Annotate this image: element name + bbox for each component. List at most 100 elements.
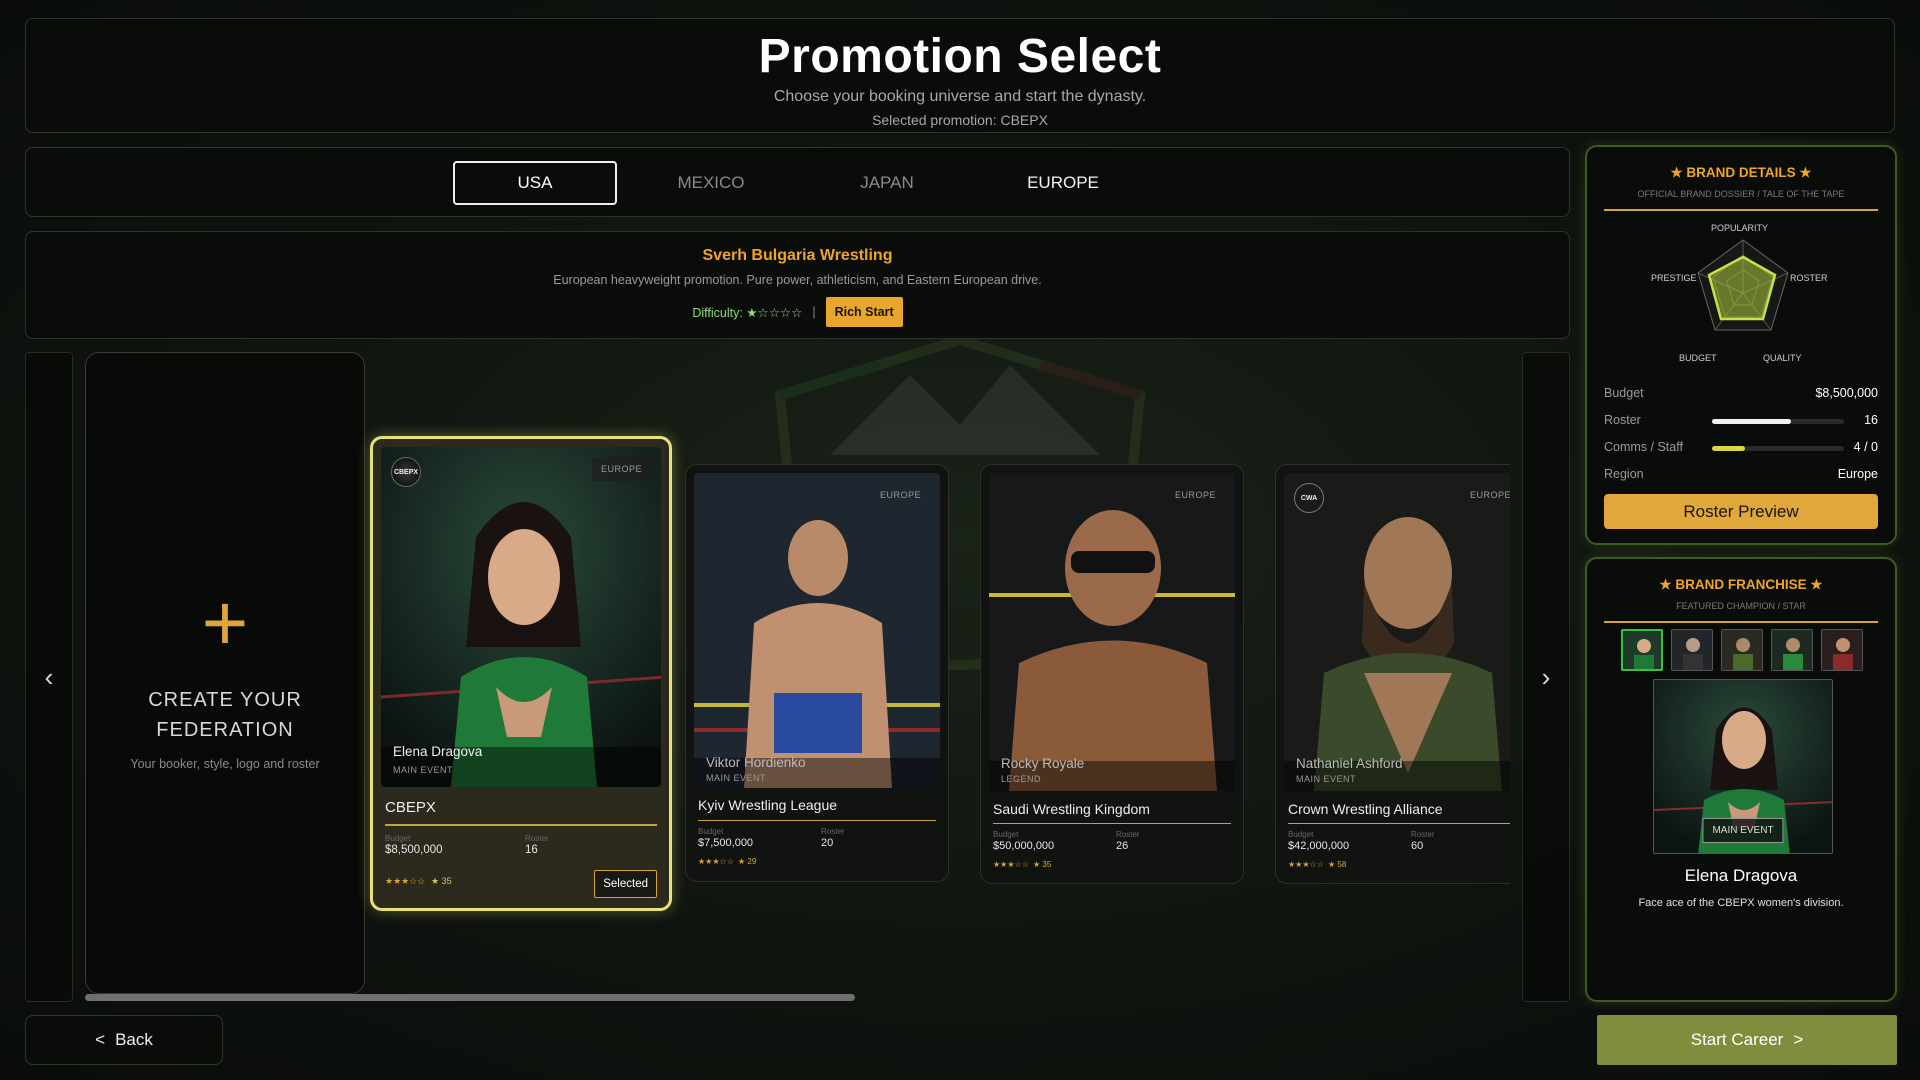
thumb-art	[1772, 630, 1812, 670]
promotion-card-cbepx[interactable]: CBEPX EUROPE Elena Dragova MAIN EVENT CB…	[370, 436, 672, 911]
radar-chart	[1697, 239, 1789, 331]
comms-staff-label: Comms / Staff	[1604, 440, 1683, 454]
wrestler-portrait-art	[381, 447, 661, 787]
region-value: Europe	[1837, 467, 1878, 481]
create-title-line2: FEDERATION	[156, 719, 294, 741]
champion-thumb[interactable]	[1721, 629, 1763, 671]
region-badge: EUROPE	[591, 457, 651, 481]
promotion-logo: CBEPX	[391, 457, 421, 487]
promotion-card-kyiv[interactable]: EUROPE Viktor Hordienko MAIN EVENT Kyiv …	[685, 464, 949, 882]
wrestler-portrait-art	[989, 473, 1235, 791]
roster-value: 60	[1411, 840, 1424, 852]
card-divider	[993, 823, 1231, 824]
roster-label: Roster	[821, 827, 845, 836]
promotion-title: Crown Wrestling Alliance	[1288, 801, 1443, 817]
comms-staff-bar-fill	[1712, 446, 1745, 451]
carousel-scrollbar[interactable]	[85, 994, 855, 1001]
back-button[interactable]: < Back	[25, 1015, 223, 1065]
region-badge: EUROPE	[879, 490, 921, 500]
champion-thumbnails	[1621, 629, 1863, 671]
meta-separator: |	[812, 305, 816, 319]
popularity-score: ★ 29	[738, 857, 757, 866]
promotion-info-panel: Sverh Bulgaria Wrestling European heavyw…	[25, 231, 1570, 339]
carousel-next-button[interactable]: ›	[1522, 352, 1570, 1002]
plus-icon: +	[201, 578, 249, 667]
card-divider	[698, 820, 936, 821]
wrestler-tier: LEGEND	[1001, 774, 1042, 784]
roster-value: 20	[821, 837, 834, 849]
radar-label-popularity: POPULARITY	[1711, 223, 1769, 233]
tab-europe[interactable]: EUROPE	[981, 161, 1145, 205]
thumb-art	[1722, 630, 1762, 670]
promotion-card-crown[interactable]: CWA EUROPE Nathaniel Ashford MAIN EVENT …	[1275, 464, 1510, 884]
star-rating: ★★★☆☆	[698, 857, 734, 866]
roster-label: Roster	[1116, 830, 1140, 839]
tab-usa[interactable]: USA	[453, 161, 617, 205]
carousel-prev-button[interactable]: ‹	[25, 352, 73, 1002]
region-label: Region	[1604, 467, 1644, 481]
create-federation-card[interactable]: + CREATE YOUR FEDERATION Your booker, st…	[85, 352, 365, 994]
wrestler-name: Elena Dragova	[393, 744, 483, 759]
budget-value: $7,500,000	[698, 837, 754, 849]
roster-label: Roster	[1411, 830, 1435, 839]
budget-value: $8,500,000	[385, 844, 443, 856]
roster-value: 16	[1864, 413, 1878, 427]
promotion-title: Saudi Wrestling Kingdom	[993, 801, 1150, 817]
roster-label: Roster	[525, 834, 549, 843]
budget-value: $8,500,000	[1815, 386, 1878, 400]
wrestler-portrait: CWA EUROPE Nathaniel Ashford MAIN EVENT	[1284, 473, 1510, 791]
champion-name: Elena Dragova	[1684, 866, 1798, 885]
budget-label: Budget	[698, 827, 724, 836]
radar-label-quality: QUALITY	[1763, 353, 1802, 363]
champion-thumb[interactable]	[1621, 629, 1663, 671]
brand-franchise-subtitle: FEATURED CHAMPION / STAR	[1676, 601, 1806, 611]
brand-details-panel: ★ BRAND DETAILS ★ OFFICIAL BRAND DOSSIER…	[1585, 145, 1897, 545]
promotion-card-saudi[interactable]: EUROPE Rocky Royale LEGEND Saudi Wrestli…	[980, 464, 1244, 884]
brand-franchise-title: ★ BRAND FRANCHISE ★	[1659, 577, 1823, 592]
budget-label: Budget	[385, 834, 411, 843]
roster-label: Roster	[1604, 413, 1641, 427]
create-title-line1: CREATE YOUR	[148, 689, 302, 711]
popularity-score: ★ 58	[1328, 860, 1347, 869]
wrestler-tier: MAIN EVENT	[393, 765, 454, 775]
budget-label: Budget	[1604, 386, 1644, 400]
champion-description: Face ace of the CBEPX women's division.	[1638, 897, 1844, 909]
brand-details-subtitle: OFFICIAL BRAND DOSSIER / TALE OF THE TAP…	[1637, 189, 1845, 199]
champion-thumb[interactable]	[1771, 629, 1813, 671]
roster-bar-fill	[1712, 419, 1792, 424]
star-rating: ★★★☆☆	[993, 860, 1029, 869]
brand-details-divider	[1604, 209, 1878, 211]
roster-value: 26	[1116, 840, 1129, 852]
thumb-art	[1623, 631, 1661, 669]
wrestler-portrait: EUROPE Viktor Hordienko MAIN EVENT	[694, 473, 940, 788]
popularity-score: ★ 35	[1033, 860, 1052, 869]
thumb-art	[1672, 630, 1712, 670]
brand-details-title: ★ BRAND DETAILS ★	[1670, 165, 1812, 180]
tab-mexico[interactable]: MEXICO	[629, 161, 793, 205]
promotion-name: Sverh Bulgaria Wrestling	[702, 247, 893, 264]
wrestler-name: Rocky Royale	[1001, 756, 1085, 771]
popularity-score: ★ 35	[431, 876, 452, 886]
champion-thumb[interactable]	[1671, 629, 1713, 671]
start-type-badge: Rich Start	[825, 297, 903, 327]
chevron-left-icon: ‹	[44, 661, 54, 692]
promotion-logo: CWA	[1294, 483, 1324, 513]
chevron-right-icon: ›	[1541, 661, 1551, 692]
roster-preview-button[interactable]: Roster Preview	[1604, 494, 1878, 529]
champion-tier-badge: MAIN EVENT	[1702, 818, 1784, 843]
selected-promotion-text: Selected promotion: CBEPX	[872, 112, 1048, 128]
roster-bar	[1712, 419, 1844, 424]
chevron-right-icon: >	[1793, 1030, 1804, 1049]
page-subtitle: Choose your booking universe and start t…	[773, 88, 1147, 105]
start-career-button[interactable]: Start Career >	[1597, 1015, 1897, 1065]
comms-staff-bar	[1712, 446, 1844, 451]
chevron-left-icon: <	[95, 1030, 106, 1049]
radar-label-prestige: PRESTIGE	[1651, 273, 1697, 283]
selected-button[interactable]: Selected	[594, 870, 657, 898]
wrestler-name: Viktor Hordienko	[706, 755, 806, 770]
carousel-clip: CWA EUROPE Nathaniel Ashford MAIN EVENT …	[1275, 464, 1510, 889]
roster-value: 16	[525, 844, 538, 856]
wrestler-portrait: CBEPX EUROPE Elena Dragova MAIN EVENT	[381, 447, 661, 787]
tab-japan[interactable]: JAPAN	[805, 161, 969, 205]
champion-thumb[interactable]	[1821, 629, 1863, 671]
